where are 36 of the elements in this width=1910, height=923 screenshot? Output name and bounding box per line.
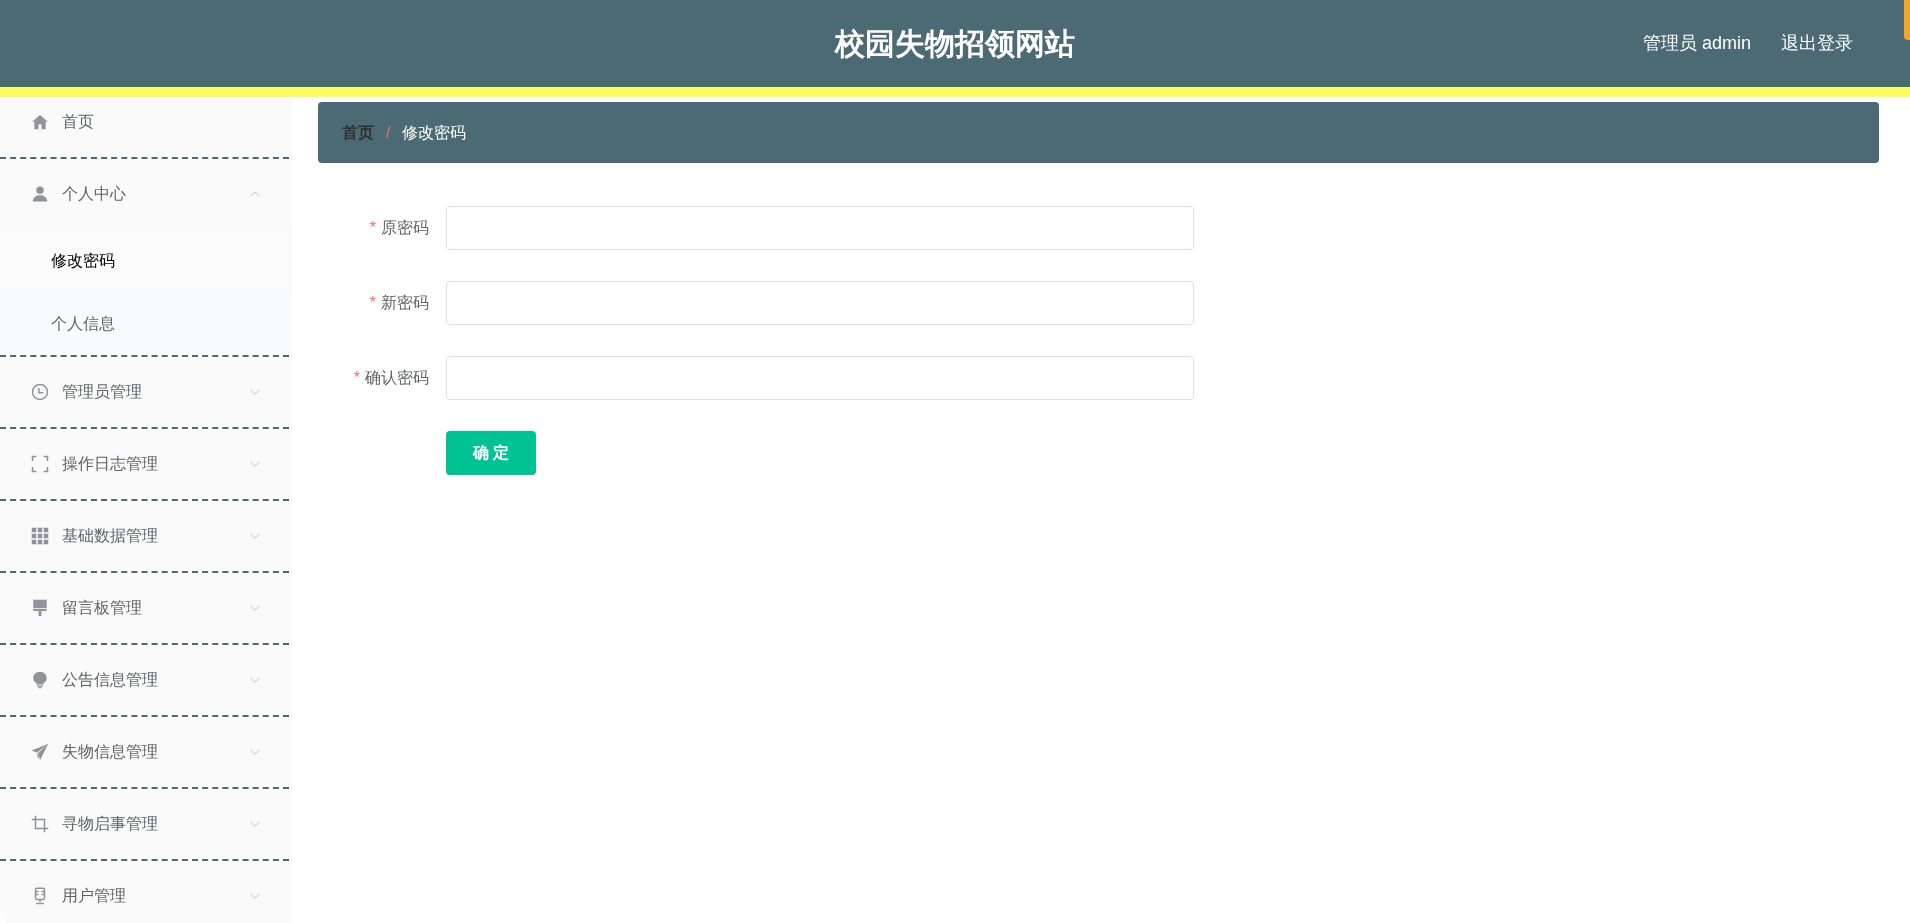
sidebar-item[interactable]: 失物信息管理 (0, 717, 289, 787)
password-field[interactable] (446, 206, 1194, 250)
scrollbar-thumb[interactable] (1904, 0, 1910, 40)
user-icon (31, 185, 49, 203)
brush-icon (31, 599, 49, 617)
sidebar-item[interactable]: 操作日志管理 (0, 429, 289, 499)
submenu-item[interactable]: 个人信息 (0, 292, 289, 355)
sidebar-item[interactable]: 基础数据管理 (0, 501, 289, 571)
field-label: 新密码 (381, 293, 429, 313)
password-field[interactable] (446, 281, 1194, 325)
logout-link[interactable]: 退出登录 (1781, 30, 1853, 57)
sidebar-item[interactable]: 用户管理 (0, 861, 289, 923)
required-asterisk: * (369, 218, 376, 238)
submenu-item[interactable]: 修改密码 (0, 229, 289, 292)
grid-icon (31, 527, 49, 545)
password-field[interactable] (446, 356, 1194, 400)
home-icon (31, 113, 49, 131)
field-label: 原密码 (381, 218, 429, 238)
field-label: 确认密码 (365, 368, 429, 388)
sidebar-item[interactable]: 首页 (0, 97, 289, 157)
site-title: 校园失物招领网站 (835, 26, 1075, 62)
sidebar-item[interactable]: 管理员管理 (0, 357, 289, 427)
required-asterisk: * (369, 293, 376, 313)
crop-icon (31, 815, 49, 833)
sidebar-item[interactable]: 留言板管理 (0, 573, 289, 643)
sidebar-item[interactable]: 公告信息管理 (0, 645, 289, 715)
sidebar-item[interactable]: 寻物启事管理 (0, 789, 289, 859)
required-asterisk: * (353, 368, 360, 388)
lightbulb-icon (31, 671, 49, 689)
clock-icon (31, 383, 49, 401)
breadcrumb-separator: / (386, 122, 391, 143)
paper-plane-icon (31, 743, 49, 761)
breadcrumb-current: 修改密码 (402, 122, 467, 143)
admin-username: 管理员 admin (1642, 32, 1751, 55)
corner-brackets-icon (31, 455, 49, 473)
sidebar-item[interactable]: 个人中心 (0, 159, 289, 229)
